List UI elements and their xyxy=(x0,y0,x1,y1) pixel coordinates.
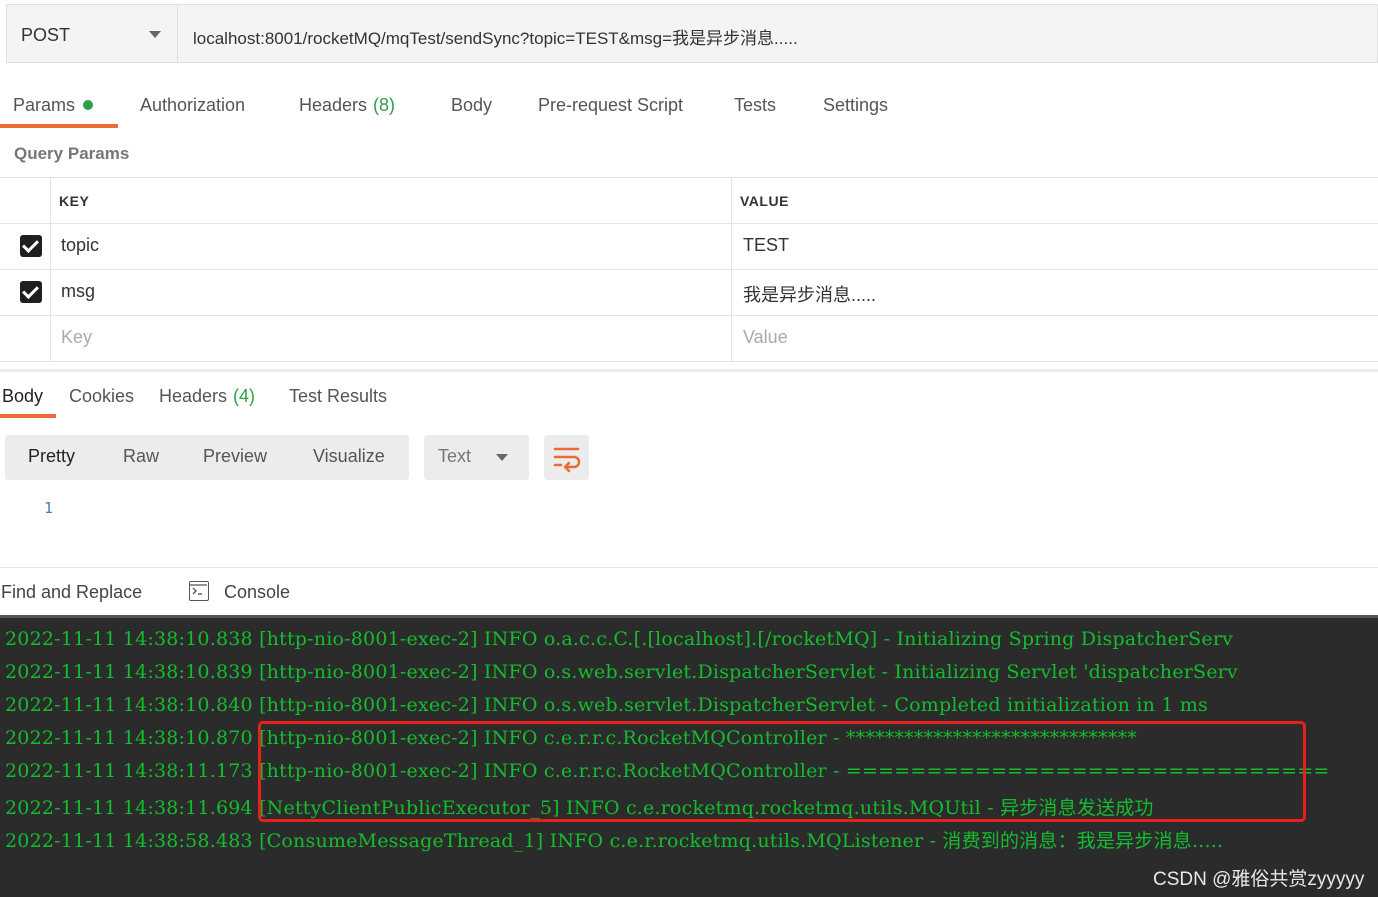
tab-settings[interactable]: Settings xyxy=(823,95,888,116)
column-divider xyxy=(50,177,51,362)
column-divider xyxy=(731,177,732,362)
table-row: topic TEST xyxy=(0,224,1378,270)
pane-divider[interactable] xyxy=(0,369,1378,372)
console-icon xyxy=(189,581,209,601)
value-input[interactable]: Value xyxy=(743,327,788,348)
param-key[interactable]: topic xyxy=(61,235,99,256)
tab-label: Settings xyxy=(823,95,889,115)
view-mode-pretty[interactable]: Pretty xyxy=(28,446,75,467)
table-row: msg 我是异步消息..... xyxy=(0,270,1378,316)
tab-count: (4) xyxy=(233,386,256,406)
status-dot-icon xyxy=(83,100,94,111)
param-value[interactable]: TEST xyxy=(743,235,789,256)
log-line: 2022-11-11 14:38:10.840 [http-nio-8001-e… xyxy=(5,694,1208,716)
tab-tests[interactable]: Tests xyxy=(734,95,776,116)
row-checkbox[interactable] xyxy=(20,235,42,257)
url-text: localhost:8001/rocketMQ/mqTest/sendSync?… xyxy=(193,29,798,48)
tab-label: Body xyxy=(451,95,493,115)
chevron-down-icon xyxy=(149,31,161,38)
param-value[interactable]: 我是异步消息..... xyxy=(743,281,876,307)
params-table: KEY VALUE topic TEST msg 我是异步消息..... Key… xyxy=(0,177,1378,363)
method-select[interactable]: POST xyxy=(6,4,178,63)
find-replace-button[interactable]: Find and Replace xyxy=(1,582,142,603)
console-button[interactable]: Console xyxy=(224,582,290,603)
tab-authorization[interactable]: Authorization xyxy=(140,95,245,116)
view-mode-visualize[interactable]: Visualize xyxy=(313,446,385,467)
column-header-value: VALUE xyxy=(740,193,789,209)
chevron-down-icon xyxy=(496,454,508,461)
view-mode-raw[interactable]: Raw xyxy=(123,446,159,467)
log-line: 2022-11-11 14:38:10.839 [http-nio-8001-e… xyxy=(5,661,1238,683)
table-row-new: Key Value xyxy=(0,316,1378,362)
tab-body[interactable]: Body xyxy=(451,95,492,116)
log-line: 2022-11-11 14:38:58.483 [ConsumeMessageT… xyxy=(5,830,1224,852)
wrap-lines-button[interactable] xyxy=(544,435,589,480)
tab-label: Params xyxy=(13,95,76,115)
footer-divider xyxy=(0,567,1378,568)
tab-params[interactable]: Params xyxy=(13,95,94,116)
log-line: 2022-11-11 14:38:10.838 [http-nio-8001-e… xyxy=(5,628,1234,650)
key-input[interactable]: Key xyxy=(61,327,92,348)
tab-label: Tests xyxy=(734,95,777,115)
highlight-box xyxy=(258,721,1306,822)
tab-cookies[interactable]: Cookies xyxy=(69,386,134,407)
tab-headers[interactable]: Headers (8) xyxy=(299,95,395,116)
tab-label: Authorization xyxy=(140,95,246,115)
tab-response-body[interactable]: Body xyxy=(2,386,43,407)
format-label: Text xyxy=(438,446,472,466)
url-input[interactable]: localhost:8001/rocketMQ/mqTest/sendSync?… xyxy=(178,4,1378,63)
tab-label: Headers xyxy=(159,386,228,406)
tab-label: Cookies xyxy=(69,386,135,406)
view-mode-preview[interactable]: Preview xyxy=(203,446,267,467)
console-border xyxy=(0,615,1378,618)
query-params-title: Query Params xyxy=(14,144,130,163)
tab-pre-request-script[interactable]: Pre-request Script xyxy=(538,95,683,116)
wrap-lines-icon xyxy=(553,447,581,473)
line-number: 1 xyxy=(44,499,54,517)
active-tab-indicator xyxy=(0,124,118,128)
column-header-key: KEY xyxy=(59,193,90,209)
table-header-row: KEY VALUE xyxy=(0,178,1378,224)
method-label: POST xyxy=(21,25,71,45)
tab-response-headers[interactable]: Headers (4) xyxy=(159,386,255,407)
row-checkbox[interactable] xyxy=(20,281,42,303)
tab-label: Headers xyxy=(299,95,368,115)
param-key[interactable]: msg xyxy=(61,281,95,302)
active-tab-indicator xyxy=(0,414,56,418)
tab-label: Pre-request Script xyxy=(538,95,684,115)
watermark: CSDN @雅俗共赏zyyyyy xyxy=(1153,869,1365,890)
tab-test-results[interactable]: Test Results xyxy=(289,386,387,407)
tab-label: Test Results xyxy=(289,386,388,406)
request-bar: POST localhost:8001/rocketMQ/mqTest/send… xyxy=(0,0,1378,64)
tab-count: (8) xyxy=(373,95,396,115)
tab-label: Body xyxy=(2,386,44,406)
